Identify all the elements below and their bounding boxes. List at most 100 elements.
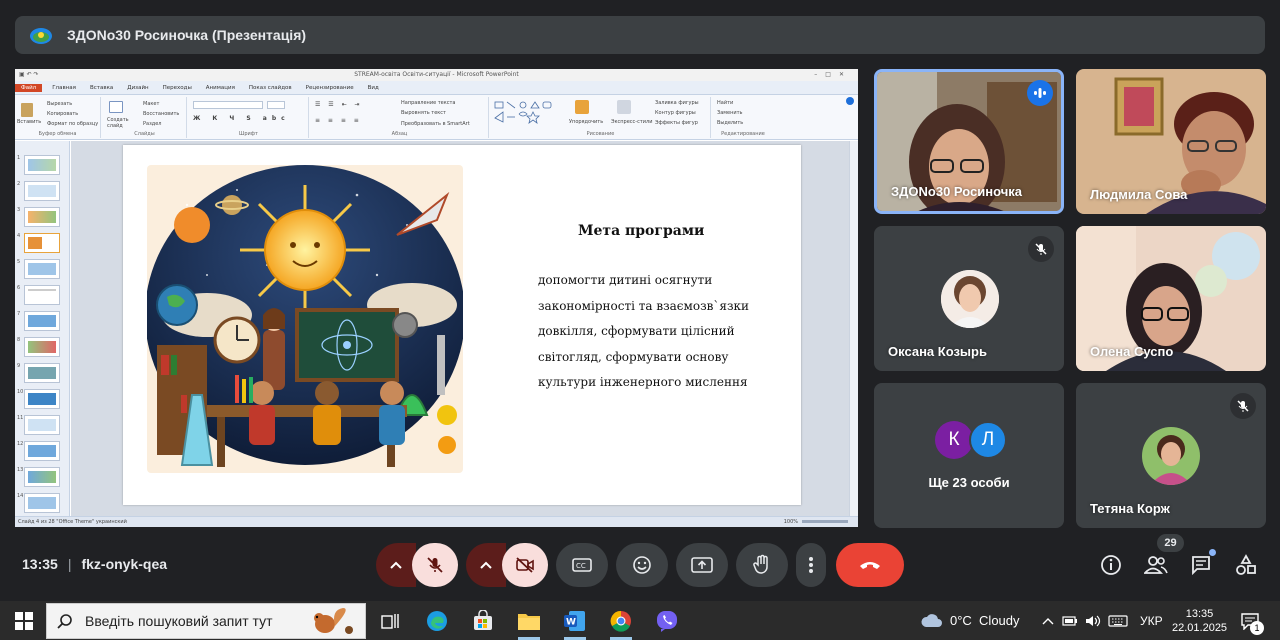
participant-name: Оксана Козырь: [888, 344, 987, 359]
new-slide-button[interactable]: Создать слайд: [107, 117, 129, 129]
ppt-zoom-level[interactable]: 100%: [784, 517, 798, 527]
start-button[interactable]: [10, 607, 38, 635]
slide-thumbnail[interactable]: [24, 415, 60, 435]
slide-thumbnail[interactable]: [24, 259, 60, 279]
taskbar-search-box[interactable]: Введіть пошуковий запит тут: [46, 603, 366, 639]
layout-button[interactable]: Макет: [143, 101, 159, 107]
language-indicator[interactable]: УКР: [1140, 601, 1163, 640]
presentation-title: ЗДОNo30 Росиночка (Презентація): [67, 27, 307, 43]
ppt-quick-access-icon[interactable]: ▣ ↶ ↷: [19, 69, 39, 81]
slide-thumbnail[interactable]: [24, 441, 60, 461]
slide-thumbnail[interactable]: [24, 181, 60, 201]
font-format-icons[interactable]: Ж К Ч S abc: [193, 115, 290, 122]
menu-design[interactable]: Дизайн: [127, 85, 148, 91]
slide-thumbnail[interactable]: [24, 207, 60, 227]
menu-insert[interactable]: Вставка: [90, 85, 113, 91]
menu-slideshow[interactable]: Показ слайдов: [249, 85, 292, 91]
menu-review[interactable]: Рецензирование: [306, 85, 354, 91]
paste-button[interactable]: Вставить: [17, 119, 41, 125]
quick-styles-icon[interactable]: [617, 100, 631, 114]
others-tile[interactable]: К Л Ще 23 особи: [874, 383, 1064, 528]
menu-home[interactable]: Главная: [52, 85, 76, 91]
select-button[interactable]: Выделить: [717, 120, 743, 126]
copy-button[interactable]: Копировать: [47, 111, 78, 117]
participant-tile-speaking[interactable]: ЗДОNo30 Росиночка: [874, 69, 1064, 214]
ppt-zoom-slider[interactable]: [802, 520, 848, 523]
slide-thumbnail[interactable]: [24, 363, 60, 383]
chrome-taskbar-button[interactable]: [607, 607, 635, 640]
raise-hand-button[interactable]: [736, 543, 788, 587]
network-tray-icon[interactable]: [1062, 601, 1078, 640]
edge-taskbar-button[interactable]: [423, 607, 451, 635]
font-family-select[interactable]: [193, 101, 263, 109]
new-slide-icon[interactable]: [109, 101, 123, 113]
slide-thumbnail-selected[interactable]: [24, 233, 60, 253]
leave-call-button[interactable]: [836, 543, 904, 587]
slide-thumbnail[interactable]: [24, 493, 60, 513]
clock[interactable]: 13:35 22.01.2025: [1172, 601, 1227, 640]
slide-thumbnail[interactable]: [24, 389, 60, 409]
slide-thumbnail[interactable]: [24, 467, 60, 487]
paste-icon[interactable]: [21, 103, 33, 117]
cut-button[interactable]: Вырезать: [47, 101, 72, 107]
weather-widget[interactable]: 0°C Cloudy: [920, 601, 1020, 640]
menu-view[interactable]: Вид: [368, 85, 379, 91]
reactions-button[interactable]: [616, 543, 668, 587]
store-taskbar-button[interactable]: [469, 607, 497, 635]
ppt-vertical-scrollbar[interactable]: [849, 141, 858, 516]
reset-button[interactable]: Восстановить: [143, 111, 179, 117]
captions-button[interactable]: CC: [556, 543, 608, 587]
list-icons[interactable]: ☰ ☰ ⇤ ⇥: [315, 101, 363, 108]
menu-file[interactable]: Файл: [15, 83, 43, 92]
video-options-button[interactable]: [466, 543, 506, 587]
shapes-gallery-icon[interactable]: [493, 100, 563, 130]
participant-tile[interactable]: Олена Суспо: [1076, 226, 1266, 371]
quick-styles-button[interactable]: Экспресс-стили: [611, 119, 652, 125]
camera-toggle-button[interactable]: [502, 543, 548, 587]
activities-button[interactable]: [1233, 552, 1259, 578]
explorer-taskbar-button[interactable]: [515, 607, 543, 640]
shape-fill-button[interactable]: Заливка фигуры: [655, 100, 699, 106]
align-icons[interactable]: ≡ ≡ ≡ ≡: [315, 117, 362, 124]
slide-title: Мета програми: [578, 223, 705, 239]
slide-thumbnail[interactable]: [24, 337, 60, 357]
volume-tray-icon[interactable]: [1085, 601, 1101, 640]
replace-button[interactable]: Заменить: [717, 110, 743, 116]
find-button[interactable]: Найти: [717, 100, 733, 106]
font-size-select[interactable]: [267, 101, 285, 109]
audio-options-button[interactable]: [376, 543, 416, 587]
smartart-button[interactable]: Преобразовать в SmartArt: [401, 121, 470, 127]
slide-thumbnail[interactable]: [24, 155, 60, 175]
participant-tile[interactable]: Людмила Сова: [1076, 69, 1266, 214]
meeting-details-button[interactable]: [1098, 552, 1124, 578]
thumb-number: 5: [17, 259, 21, 265]
window-controls-icon[interactable]: –□✕: [814, 69, 852, 81]
format-painter-button[interactable]: Формат по образцу: [47, 121, 98, 127]
slide-thumbnail[interactable]: [24, 311, 60, 331]
chat-button[interactable]: [1188, 549, 1216, 578]
notification-center-button[interactable]: 1: [1240, 601, 1264, 640]
ribbon-group-font: Ж К Ч S abc Шрифт: [189, 97, 309, 138]
present-screen-button[interactable]: [676, 543, 728, 587]
align-text-button[interactable]: Выровнять текст: [401, 110, 446, 116]
section-button[interactable]: Раздел: [143, 121, 161, 127]
people-button[interactable]: [1143, 552, 1169, 578]
participant-tile[interactable]: Тетяна Корж: [1076, 383, 1266, 528]
arrange-icon[interactable]: [575, 100, 589, 114]
help-icon[interactable]: [846, 97, 854, 105]
keyboard-tray-icon[interactable]: [1108, 601, 1128, 640]
text-direction-button[interactable]: Направление текста: [401, 100, 455, 106]
participant-tile[interactable]: Оксана Козырь: [874, 226, 1064, 371]
arrange-button[interactable]: Упорядочить: [569, 119, 603, 125]
mic-toggle-button[interactable]: [412, 543, 458, 587]
menu-transitions[interactable]: Переходы: [163, 85, 192, 91]
slide-thumbnail[interactable]: [24, 285, 60, 305]
menu-animations[interactable]: Анимация: [206, 85, 235, 91]
task-view-button[interactable]: [376, 607, 404, 635]
shape-effects-button[interactable]: Эффекты фигур: [655, 120, 698, 126]
more-options-button[interactable]: [796, 543, 826, 587]
viber-taskbar-button[interactable]: [653, 607, 681, 635]
shape-outline-button[interactable]: Контур фигуры: [655, 110, 696, 116]
word-taskbar-button[interactable]: W: [561, 607, 589, 640]
tray-chevron[interactable]: [1042, 601, 1054, 640]
